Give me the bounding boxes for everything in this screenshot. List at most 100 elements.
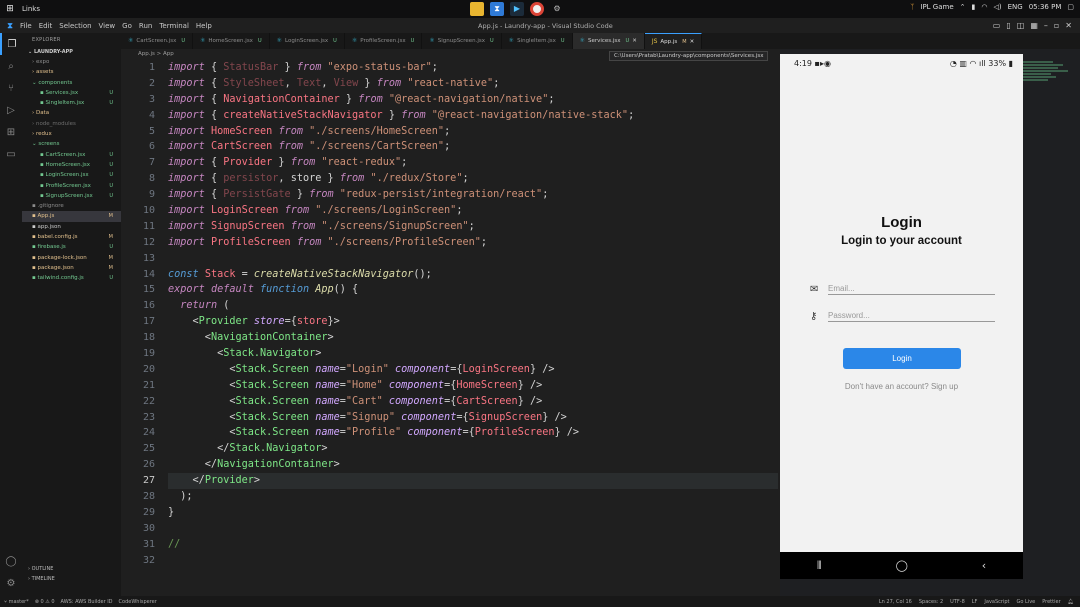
tab-close-icon[interactable]: ✕ — [690, 34, 695, 50]
tree-folder[interactable]: › redux — [22, 129, 121, 139]
editor-tab[interactable]: JS App.js M ✕ — [644, 33, 703, 50]
menu-selection[interactable]: Selection — [59, 22, 91, 30]
recent-apps-icon[interactable]: ⦀ — [817, 559, 822, 573]
code-line[interactable]: return ( — [168, 298, 778, 314]
tree-file[interactable]: ▪ SingleItem.jsx U — [22, 98, 121, 108]
code-lines[interactable]: import { StatusBar } from "expo-status-b… — [168, 60, 778, 569]
battery-icon[interactable]: ▮ — [972, 3, 976, 11]
email-field[interactable] — [828, 282, 995, 295]
terminal-icon[interactable]: ▶ — [510, 2, 524, 16]
code-line[interactable]: <NavigationContainer> — [168, 330, 778, 346]
code-line[interactable]: import { StyleSheet, Text, View } from "… — [168, 76, 778, 92]
project-folder[interactable]: ⌄ LAUNDRY-APP — [22, 47, 121, 57]
tree-file[interactable]: ▪ SignupScreen.jsx U — [22, 191, 121, 201]
close-icon[interactable]: ✕ — [1065, 21, 1072, 30]
editor-tab[interactable]: ⚛ HomeScreen.jsx U — [193, 33, 270, 49]
notification-icon[interactable]: ▢ — [1067, 3, 1074, 11]
tree-file[interactable]: ▪ firebase.js U — [22, 242, 121, 252]
prettier[interactable]: Prettier — [1042, 599, 1060, 605]
panel-icon[interactable]: ▯ — [1006, 21, 1010, 30]
menu-edit[interactable]: Edit — [39, 22, 53, 30]
maximize-icon[interactable]: ▫ — [1054, 21, 1059, 30]
editor-tab[interactable]: ⚛ CartScreen.jsx U — [121, 33, 193, 49]
branch-indicator[interactable]: ⑂ master* — [4, 599, 29, 605]
editor-tab[interactable]: ⚛ ProfileScreen.jsx U — [345, 33, 423, 49]
signup-link[interactable]: Don't have an account? Sign up — [780, 382, 1023, 391]
code-line[interactable]: <Stack.Screen name="Cart" component={Car… — [168, 394, 778, 410]
timeline-section[interactable]: › TIMELINE — [22, 574, 121, 584]
code-line[interactable]: export default function App() { — [168, 282, 778, 298]
code-line[interactable] — [168, 553, 778, 569]
code-line[interactable]: import { persistor, store } from "./redu… — [168, 171, 778, 187]
tree-folder[interactable]: › node_modules — [22, 119, 121, 129]
explorer-icon[interactable]: ❐ — [0, 33, 22, 55]
code-line[interactable]: <Stack.Screen name="Home" component={Hom… — [168, 378, 778, 394]
code-line[interactable]: import { PersistGate } from "redux-persi… — [168, 187, 778, 203]
code-line[interactable]: import { Provider } from "react-redux"; — [168, 155, 778, 171]
code-line[interactable]: <Stack.Navigator> — [168, 346, 778, 362]
code-line[interactable]: <Provider store={store}> — [168, 314, 778, 330]
manage-gear-icon[interactable]: ⚙ — [0, 572, 22, 594]
code-line[interactable]: import HomeScreen from "./screens/HomeSc… — [168, 124, 778, 140]
tree-folder[interactable]: › assets — [22, 67, 121, 77]
search-icon[interactable]: ⌕ — [0, 55, 22, 77]
tree-file[interactable]: ▪ Services.jsx U — [22, 88, 121, 98]
code-line[interactable]: import { StatusBar } from "expo-status-b… — [168, 60, 778, 76]
game-label[interactable]: IPL Game — [920, 3, 953, 11]
split-icon[interactable]: ◫ — [1017, 21, 1025, 30]
codewhisperer-indicator[interactable]: CodeWhisperer — [119, 599, 157, 605]
go-live[interactable]: Go Live — [1017, 599, 1036, 605]
tree-file[interactable]: ▪ App.js M — [22, 211, 121, 222]
extensions-icon[interactable]: ⊞ — [0, 121, 22, 143]
editor-tab[interactable]: ⚛ LoginScreen.jsx U — [270, 33, 345, 49]
editor-tab[interactable]: ⚛ SignupScreen.jsx U — [422, 33, 502, 49]
volume-icon[interactable]: ◁) — [993, 3, 1001, 11]
indentation[interactable]: Spaces: 2 — [919, 599, 943, 605]
settings-icon[interactable]: ⚙ — [550, 2, 564, 16]
account-icon[interactable]: ◯ — [0, 550, 22, 572]
aws-indicator[interactable]: AWS: AWS Builder ID — [61, 599, 113, 605]
code-line[interactable]: import LoginScreen from "./screens/Login… — [168, 203, 778, 219]
tree-folder[interactable]: ⌄ screens — [22, 139, 121, 149]
chevron-up-icon[interactable]: ⌃ — [960, 3, 966, 11]
tree-file[interactable]: ▪ ProfileScreen.jsx U — [22, 181, 121, 191]
tree-file[interactable]: ▪ CartScreen.jsx U — [22, 150, 121, 160]
back-icon[interactable]: ‹ — [982, 559, 986, 572]
code-line[interactable]: </Stack.Navigator> — [168, 441, 778, 457]
clock[interactable]: 05:36 PM — [1029, 3, 1062, 11]
vscode-icon[interactable]: ⧗ — [490, 2, 504, 16]
editor-tab[interactable]: ⚛ Services.jsx U ✕ — [572, 33, 645, 49]
tree-file[interactable]: ▪ package-lock.json M — [22, 253, 121, 263]
tree-file[interactable]: ▪ package.json M — [22, 263, 121, 273]
code-line[interactable]: <Stack.Screen name="Signup" component={S… — [168, 410, 778, 426]
bell-icon[interactable]: 🔔︎ — [1068, 599, 1074, 605]
code-line[interactable]: import ProfileScreen from "./screens/Pro… — [168, 235, 778, 251]
eol[interactable]: LF — [972, 599, 978, 605]
tree-file[interactable]: ▪ tailwind.config.js U — [22, 273, 121, 283]
encoding[interactable]: UTF-8 — [950, 599, 965, 605]
code-line[interactable]: </NavigationContainer> — [168, 457, 778, 473]
code-line[interactable]: import { NavigationContainer } from "@re… — [168, 92, 778, 108]
menu-terminal[interactable]: Terminal — [159, 22, 189, 30]
language-label[interactable]: ENG — [1008, 3, 1023, 11]
layout-icon[interactable]: ▭ — [993, 21, 1001, 30]
home-icon[interactable]: ◯ — [896, 559, 908, 572]
menu-view[interactable]: View — [99, 22, 116, 30]
chrome-icon[interactable] — [530, 2, 544, 16]
menu-file[interactable]: File — [20, 22, 32, 30]
code-line[interactable]: <Stack.Screen name="Login" component={Lo… — [168, 362, 778, 378]
tab-close-icon[interactable]: ✕ — [632, 33, 637, 49]
run-debug-icon[interactable]: ▷ — [0, 99, 22, 121]
code-line[interactable] — [168, 251, 778, 267]
customize-layout-icon[interactable]: ▦ — [1030, 21, 1038, 30]
menu-help[interactable]: Help — [196, 22, 212, 30]
tree-file[interactable]: ▪ app.json — [22, 222, 121, 232]
windows-icon[interactable]: ⊞ — [0, 4, 20, 14]
tree-file[interactable]: ▪ .gitignore — [22, 201, 121, 211]
code-line[interactable]: import CartScreen from "./screens/CartSc… — [168, 139, 778, 155]
login-button[interactable]: Login — [843, 348, 961, 369]
code-editor[interactable]: 1 2 3 4 5 6 7 8 9 10 11 12 13 14 15 16 17 18 19 20 21 22 23 24 2… — [121, 60, 780, 596]
code-line[interactable]: <Stack.Screen name="Profile" component={… — [168, 425, 778, 441]
code-line[interactable]: import SignupScreen from "./screens/Sign… — [168, 219, 778, 235]
password-field[interactable] — [828, 309, 995, 322]
